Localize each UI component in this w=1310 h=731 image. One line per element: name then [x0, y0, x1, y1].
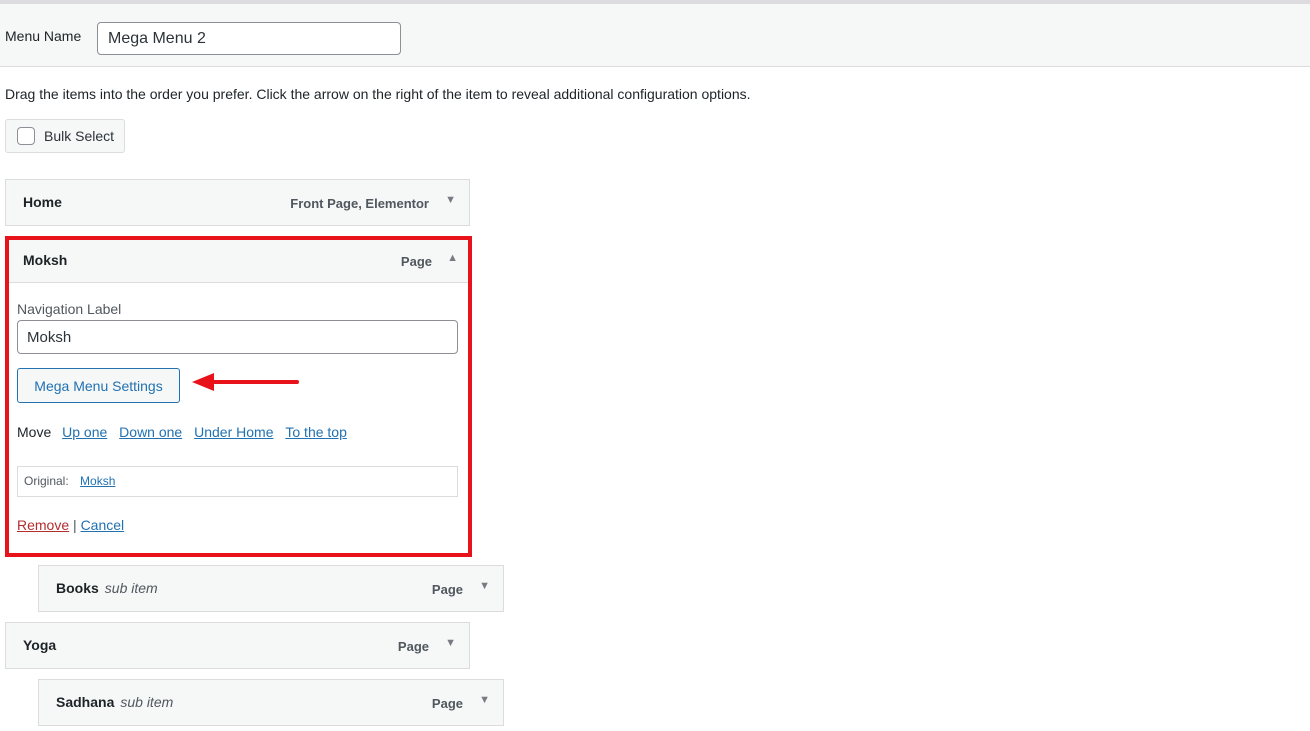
menu-item-title: Sadhana sub item	[56, 694, 173, 710]
sub-item-label: sub item	[104, 580, 158, 596]
menu-item-yoga[interactable]: Yoga Page ▼	[5, 622, 470, 669]
menu-item-moksh-expanded: Moksh Page ▲ Navigation Label Mega Menu …	[5, 236, 472, 557]
menu-item-type: Page	[431, 696, 463, 711]
chevron-down-icon[interactable]: ▼	[479, 580, 490, 592]
actions-separator: |	[73, 517, 77, 533]
chevron-down-icon[interactable]: ▼	[445, 637, 456, 649]
menu-item-moksh-header[interactable]: Moksh Page ▲	[9, 240, 468, 283]
move-to-top-link[interactable]: To the top	[285, 424, 347, 440]
menu-item-title-text: Books	[56, 580, 99, 596]
menu-item-home[interactable]: Home Front Page, Elementor ▼	[5, 179, 470, 226]
menu-item-books[interactable]: Books sub item Page ▼	[38, 565, 504, 612]
menu-header-bar: Menu Name	[0, 4, 1310, 67]
menu-item-type: Page	[397, 639, 429, 654]
bulk-select-label: Bulk Select	[44, 128, 115, 144]
original-link[interactable]: Moksh	[80, 474, 115, 488]
sub-item-label: sub item	[120, 694, 174, 710]
chevron-down-icon[interactable]: ▼	[445, 194, 456, 206]
menu-item-title: Yoga	[23, 637, 57, 653]
menu-item-type: Page	[400, 254, 432, 269]
menu-item-type: Front Page, Elementor	[290, 196, 429, 211]
menu-name-label: Menu Name	[5, 28, 82, 44]
menu-item-title: Moksh	[23, 252, 68, 268]
instructions-text: Drag the items into the order you prefer…	[5, 86, 751, 102]
chevron-up-icon[interactable]: ▲	[447, 252, 458, 264]
navigation-label-title: Navigation Label	[17, 301, 122, 317]
original-box: Original: Moksh	[17, 466, 458, 497]
mega-menu-settings-button[interactable]: Mega Menu Settings	[17, 368, 180, 403]
item-actions-row: Remove | Cancel	[17, 517, 124, 533]
navigation-label-input[interactable]	[17, 320, 458, 354]
menu-item-type: Page	[431, 582, 463, 597]
menu-item-title-text: Sadhana	[56, 694, 115, 710]
chevron-down-icon[interactable]: ▼	[479, 694, 490, 706]
menu-item-title: Home	[23, 194, 62, 210]
move-label: Move	[17, 424, 52, 440]
cancel-link[interactable]: Cancel	[81, 517, 125, 533]
red-arrow-icon	[192, 373, 299, 391]
menu-name-input[interactable]	[97, 22, 401, 55]
bulk-select-checkbox[interactable]	[17, 127, 35, 145]
remove-link[interactable]: Remove	[17, 517, 69, 533]
move-links-row: Move Up one Down one Under Home To the t…	[17, 424, 347, 440]
bulk-select-button[interactable]: Bulk Select	[5, 119, 125, 153]
move-down-one-link[interactable]: Down one	[119, 424, 182, 440]
menu-item-title: Books sub item	[56, 580, 158, 596]
original-label: Original:	[24, 474, 69, 488]
move-under-home-link[interactable]: Under Home	[194, 424, 273, 440]
menu-item-sadhana[interactable]: Sadhana sub item Page ▼	[38, 679, 504, 726]
move-up-one-link[interactable]: Up one	[62, 424, 107, 440]
